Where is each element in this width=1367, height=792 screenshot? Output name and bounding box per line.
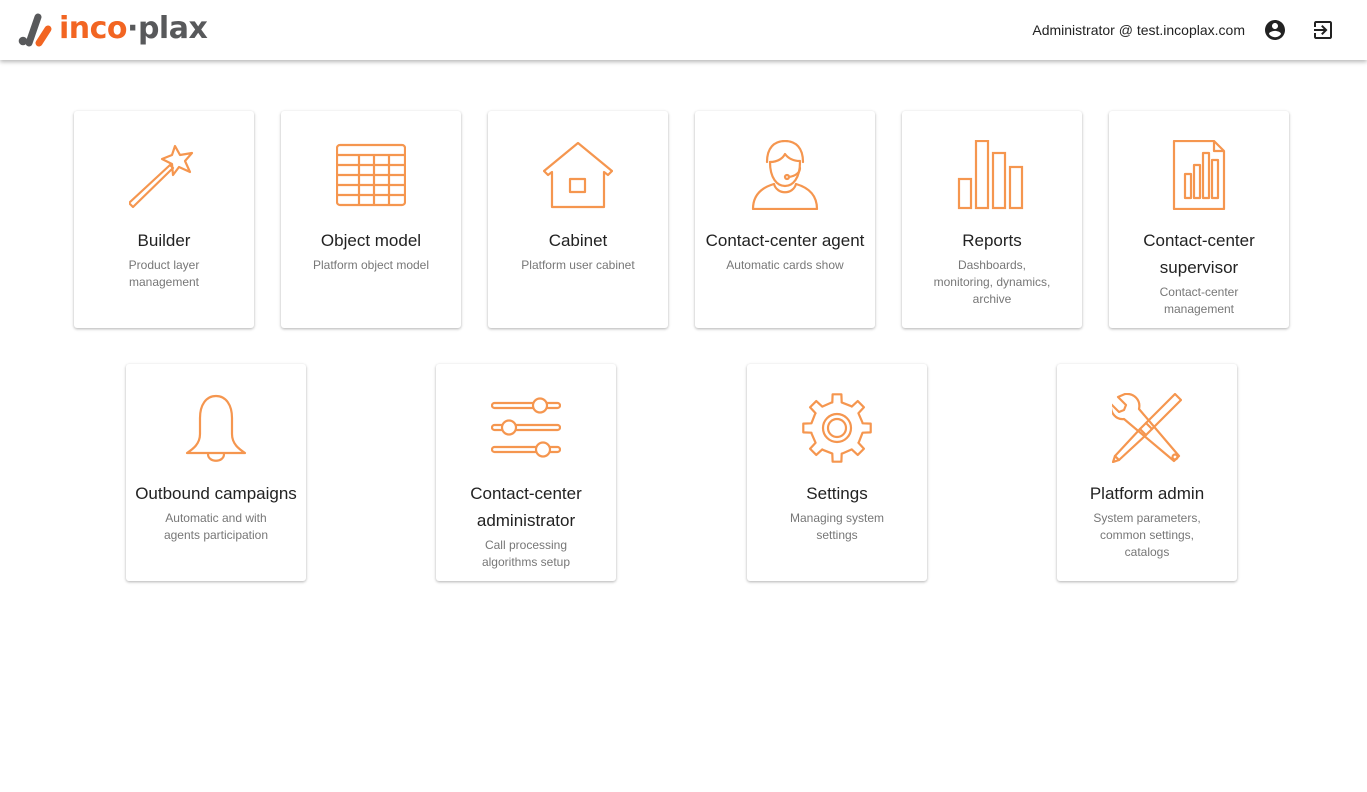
module-title-text: Contact-center supervisor: [1143, 231, 1255, 277]
module-title-text: Contact-center agent: [705, 231, 865, 250]
module-description: Automatic cards show: [726, 258, 844, 272]
logo-text-separator: ·: [127, 11, 138, 46]
house-icon: [543, 140, 613, 210]
module-description: Managing system settings: [789, 511, 885, 542]
module-title: Platform admin System parameters, common…: [1065, 480, 1229, 561]
module-title: Contact-center supervisor Contact-center…: [1117, 227, 1281, 318]
table-grid-icon: [336, 140, 406, 210]
current-user-label: Administrator @ test.incoplax.com: [1032, 22, 1245, 38]
module-title-text: Settings: [806, 484, 868, 503]
bar-chart-icon: [957, 140, 1027, 210]
module-card-reports[interactable]: Reports Dashboards, monitoring, dynamics…: [902, 111, 1082, 328]
module-title: Outbound campaigns Automatic and with ag…: [134, 480, 298, 544]
module-card-contact-center-supervisor[interactable]: Contact-center supervisor Contact-center…: [1109, 111, 1289, 328]
module-card-object-model[interactable]: Object model Platform object model: [281, 111, 461, 328]
module-title: Settings Managing system settings: [755, 480, 919, 544]
user-area: Administrator @ test.incoplax.com: [1032, 0, 1367, 60]
module-description: Platform object model: [312, 258, 430, 272]
module-card-builder[interactable]: Builder Product layer management: [74, 111, 254, 328]
module-card-cabinet[interactable]: Cabinet Platform user cabinet: [488, 111, 668, 328]
module-description: Dashboards, monitoring, dynamics, archiv…: [933, 258, 1051, 306]
module-description: Contact-center management: [1159, 285, 1239, 316]
module-card-contact-center-agent[interactable]: Contact-center agent Automatic cards sho…: [695, 111, 875, 328]
module-title-text: Outbound campaigns: [135, 484, 297, 503]
logout-button[interactable]: [1305, 12, 1341, 48]
module-description: Call processing algorithms setup: [481, 538, 571, 569]
module-title-text: Contact-center administrator: [470, 484, 582, 530]
headset-agent-icon: [750, 140, 820, 210]
top-app-bar: inco·plax Administrator @ test.incoplax.…: [0, 0, 1367, 60]
module-card-outbound-campaigns[interactable]: Outbound campaigns Automatic and with ag…: [126, 364, 306, 581]
gear-icon: [802, 393, 872, 463]
module-title: Contact-center administrator Call proces…: [444, 480, 608, 571]
report-document-icon: [1164, 140, 1234, 210]
module-title: Reports Dashboards, monitoring, dynamics…: [910, 227, 1074, 308]
logo-mark-icon: [18, 13, 52, 47]
module-description: Platform user cabinet: [521, 258, 635, 272]
logo-text-part1: inco: [59, 11, 128, 46]
module-card-platform-admin[interactable]: Platform admin System parameters, common…: [1057, 364, 1237, 581]
account-circle-icon: [1265, 20, 1285, 40]
magic-wand-icon: [129, 140, 199, 210]
module-description: Automatic and with agents participation: [163, 511, 269, 542]
module-card-settings[interactable]: Settings Managing system settings: [747, 364, 927, 581]
module-title-text: Builder: [137, 231, 191, 250]
bell-icon: [181, 393, 251, 463]
logo[interactable]: inco·plax: [18, 10, 208, 50]
wrench-screwdriver-icon: [1112, 393, 1182, 463]
logo-text: inco·plax: [59, 11, 208, 46]
module-title: Builder Product layer management: [82, 227, 246, 291]
sliders-icon: [491, 393, 561, 463]
module-title-text: Platform admin: [1089, 484, 1205, 503]
module-title-text: Reports: [962, 231, 1022, 250]
module-title: Cabinet Platform user cabinet: [496, 227, 660, 274]
module-description: Product layer management: [128, 258, 200, 289]
module-card-contact-center-administrator[interactable]: Contact-center administrator Call proces…: [436, 364, 616, 581]
module-title-text: Cabinet: [548, 231, 608, 250]
module-title-text: Object model: [320, 231, 422, 250]
logout-icon: [1314, 21, 1332, 39]
module-description: System parameters, common settings, cata…: [1093, 511, 1201, 559]
logo-text-part2: plax: [137, 11, 208, 46]
account-button[interactable]: [1257, 12, 1293, 48]
module-title: Object model Platform object model: [289, 227, 453, 274]
module-title: Contact-center agent Automatic cards sho…: [703, 227, 867, 274]
